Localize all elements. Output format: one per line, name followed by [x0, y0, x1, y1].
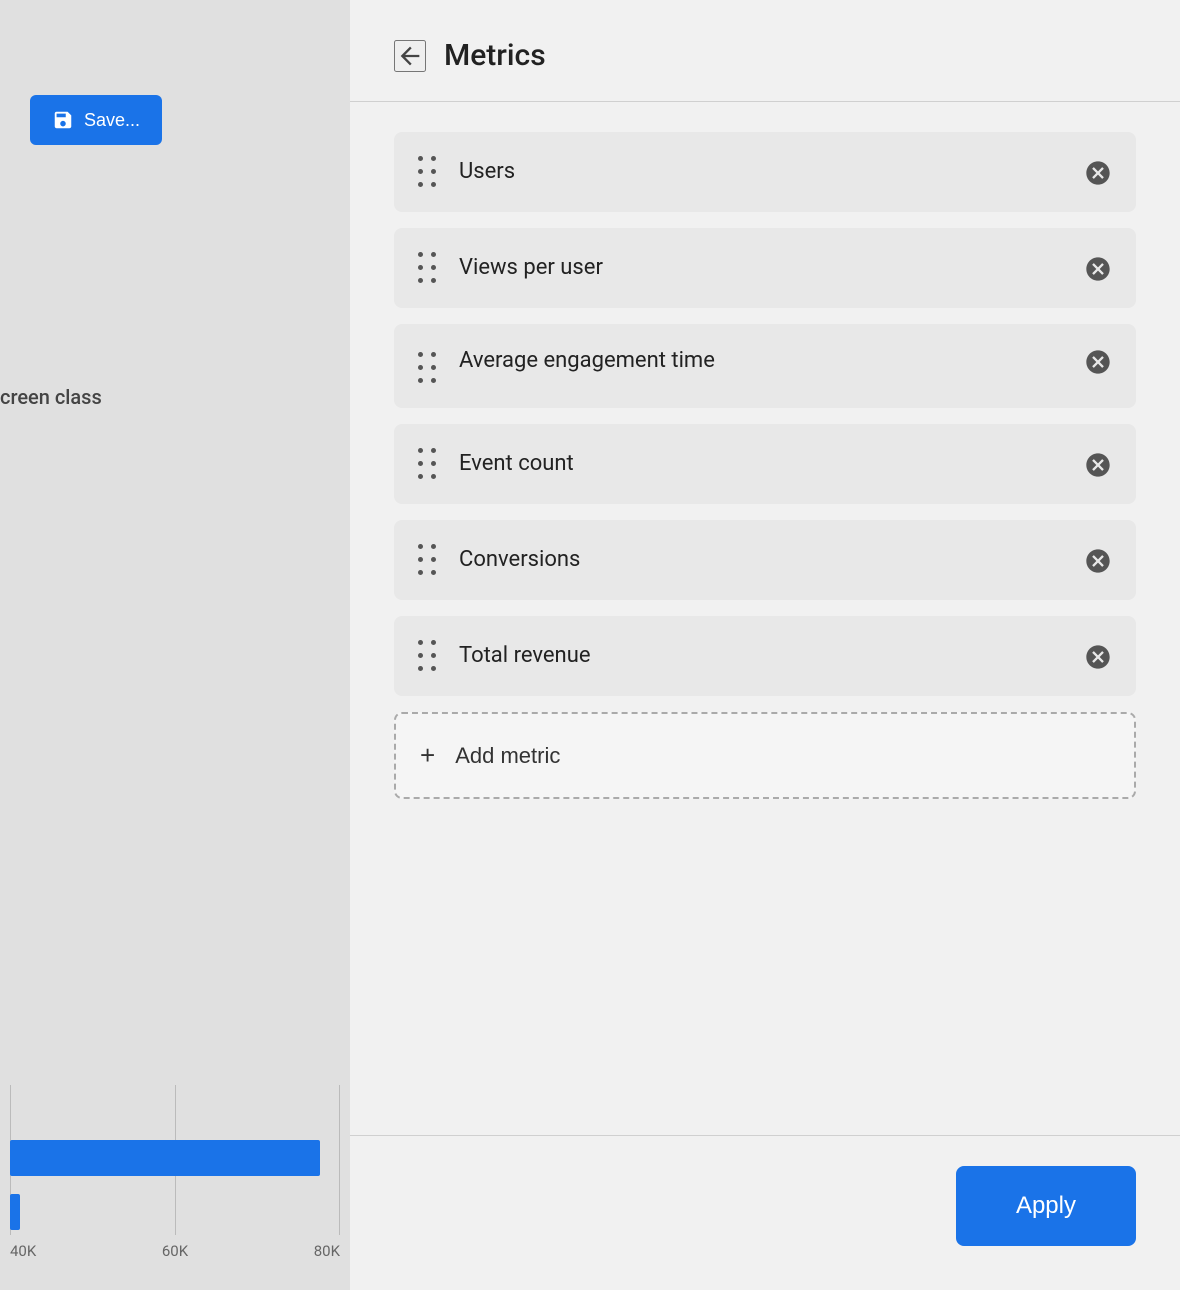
left-background-panel: Save... creen class 40K 60K 80K — [0, 0, 350, 1290]
metric-left: Average engagement time — [418, 346, 1068, 386]
bar-fill — [10, 1140, 320, 1176]
metric-left: Conversions — [418, 542, 1068, 578]
metric-left: Event count — [418, 446, 1068, 482]
metric-left: Users — [418, 154, 1068, 190]
panel-header: Metrics — [350, 0, 1180, 102]
remove-icon — [1084, 255, 1112, 283]
metric-item-total-revenue[interactable]: Total revenue — [394, 616, 1136, 696]
bar-row — [10, 1140, 340, 1176]
remove-icon — [1084, 451, 1112, 479]
chart-title: creen class — [0, 385, 102, 409]
back-arrow-icon — [396, 42, 424, 70]
drag-handle-icon — [418, 252, 439, 286]
metric-name-avg-engagement: Average engagement time — [459, 346, 715, 377]
metric-name-views-per-user: Views per user — [459, 253, 603, 284]
x-axis-label: 60K — [162, 1242, 188, 1260]
remove-icon — [1084, 159, 1112, 187]
metric-left: Views per user — [418, 250, 1068, 286]
metric-name-event-count: Event count — [459, 449, 574, 480]
add-metric-button[interactable]: + Add metric — [394, 712, 1136, 799]
drag-handle-icon — [418, 352, 439, 386]
remove-event-count-button[interactable] — [1084, 451, 1112, 479]
metric-item-event-count[interactable]: Event count — [394, 424, 1136, 504]
add-metric-plus-icon: + — [420, 740, 435, 771]
metric-name-conversions: Conversions — [459, 545, 580, 576]
panel-title: Metrics — [444, 38, 546, 73]
save-button-label: Save... — [84, 110, 140, 131]
chart-area: creen class 40K 60K 80K — [0, 310, 350, 1290]
metric-name-users: Users — [459, 157, 515, 188]
apply-button[interactable]: Apply — [956, 1166, 1136, 1246]
back-button[interactable] — [394, 40, 426, 72]
metric-item-conversions[interactable]: Conversions — [394, 520, 1136, 600]
apply-label: Apply — [1016, 1192, 1076, 1219]
metric-item-avg-engagement[interactable]: Average engagement time — [394, 324, 1136, 408]
bar-fill — [10, 1194, 20, 1230]
metric-item-views-per-user[interactable]: Views per user — [394, 228, 1136, 308]
x-axis-label: 80K — [314, 1242, 340, 1260]
remove-icon — [1084, 643, 1112, 671]
remove-views-per-user-button[interactable] — [1084, 255, 1112, 283]
drag-handle-icon — [418, 448, 439, 482]
x-axis-label: 40K — [10, 1242, 36, 1260]
metrics-panel: Metrics Users — [350, 0, 1180, 1290]
panel-footer: Apply — [350, 1135, 1180, 1290]
remove-avg-engagement-button[interactable] — [1084, 348, 1112, 376]
metric-item-users[interactable]: Users — [394, 132, 1136, 212]
remove-total-revenue-button[interactable] — [1084, 643, 1112, 671]
metric-name-total-revenue: Total revenue — [459, 641, 590, 672]
add-metric-label: Add metric — [455, 743, 560, 769]
bar-row — [10, 1194, 340, 1230]
chart-bars — [10, 1140, 340, 1230]
remove-conversions-button[interactable] — [1084, 547, 1112, 575]
x-axis: 40K 60K 80K — [10, 1242, 340, 1260]
save-button[interactable]: Save... — [30, 95, 162, 145]
remove-users-button[interactable] — [1084, 159, 1112, 187]
metric-left: Total revenue — [418, 638, 1068, 674]
drag-handle-icon — [418, 544, 439, 578]
save-icon — [52, 109, 74, 131]
drag-handle-icon — [418, 640, 439, 674]
metrics-list: Users Views per user — [350, 102, 1180, 1135]
remove-icon — [1084, 547, 1112, 575]
drag-handle-icon — [418, 156, 439, 190]
remove-icon — [1084, 348, 1112, 376]
